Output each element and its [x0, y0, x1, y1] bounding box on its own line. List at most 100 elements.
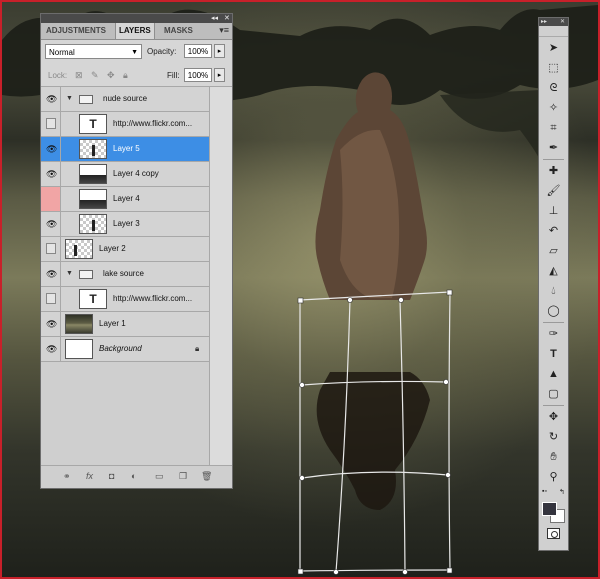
warp-corner-handle: [297, 568, 304, 575]
tab-layers[interactable]: LAYERS: [115, 23, 155, 39]
foreground-color-swatch[interactable]: [542, 502, 557, 516]
close-icon[interactable]: ✕: [560, 18, 565, 26]
default-colors-icon[interactable]: ▪▫: [542, 488, 547, 495]
3d-rotate-tool-icon[interactable]: ✥: [543, 408, 564, 426]
visibility-toggle[interactable]: 👁︎: [41, 262, 61, 286]
opacity-slider-button[interactable]: ▸: [214, 44, 225, 58]
tab-masks[interactable]: MASKS: [161, 23, 196, 39]
fx-icon[interactable]: fx: [86, 471, 93, 482]
clone-stamp-tool-icon[interactable]: ⊥: [543, 202, 564, 220]
disclosure-triangle-icon[interactable]: ▼: [66, 95, 73, 102]
layer-thumbnail: [79, 214, 107, 234]
visibility-toggle[interactable]: [41, 112, 61, 136]
figure-thumbnail-mark: [92, 220, 95, 231]
layer-list-scrollbar[interactable]: [209, 87, 232, 467]
blur-tool-icon[interactable]: 💧︎: [543, 282, 564, 300]
panel-menu-icon[interactable]: ▾≡: [219, 25, 229, 36]
chevron-down-icon: ▼: [131, 49, 138, 56]
eye-icon: 👁︎: [46, 169, 58, 179]
panel-title-bar[interactable]: ◂◂ ✕: [41, 14, 232, 23]
close-icon[interactable]: ✕: [224, 14, 230, 23]
pen-tool-icon[interactable]: ✑: [543, 325, 564, 343]
visibility-toggle[interactable]: 👁︎: [41, 312, 61, 336]
layer-row-text-flickr-1[interactable]: T http://www.flickr.com...: [41, 112, 209, 137]
panel-bottom-toolbar: ⚭ fx ◘ ◐ ▭ ❐ 🗑︎: [41, 465, 232, 488]
visibility-toggle[interactable]: 👁︎: [41, 212, 61, 236]
layer-thumbnail: [79, 139, 107, 159]
layer-row-layer-4[interactable]: Layer 4: [41, 187, 209, 212]
move-tool-icon[interactable]: ➤: [543, 39, 564, 57]
opacity-input[interactable]: 100%: [184, 44, 212, 58]
opacity-label: Opacity:: [147, 47, 177, 56]
layer-name: Layer 2: [99, 244, 126, 253]
new-group-icon[interactable]: ▭: [155, 471, 164, 482]
crop-tool-icon[interactable]: ⌗: [543, 119, 564, 137]
lock-row: Lock: ⊠ ✎ ✥ 🔒︎ Fill: 100% ▸: [41, 64, 232, 87]
layer-name: lake source: [103, 269, 144, 278]
visibility-toggle[interactable]: 👁︎: [41, 337, 61, 361]
layer-row-layer-4-copy[interactable]: 👁︎ Layer 4 copy: [41, 162, 209, 187]
lock-pixels-icon[interactable]: ✎: [91, 70, 99, 80]
lock-all-icon[interactable]: 🔒︎: [123, 70, 128, 80]
figure-thumbnail-mark: [74, 245, 77, 256]
fill-input[interactable]: 100%: [184, 68, 212, 82]
lasso-tool-icon[interactable]: ᘓ: [543, 79, 564, 97]
layer-row-layer-5[interactable]: 👁︎ Layer 5: [41, 137, 209, 162]
visibility-toggle[interactable]: [41, 287, 61, 311]
trash-icon[interactable]: 🗑︎: [201, 471, 212, 482]
warp-corner-handle: [446, 289, 453, 296]
type-tool-icon[interactable]: T: [543, 345, 564, 363]
3d-orbit-tool-icon[interactable]: ↻: [543, 428, 564, 446]
brush-tool-icon[interactable]: 🖌︎: [543, 182, 564, 200]
visibility-toggle[interactable]: 👁︎: [41, 137, 61, 161]
visibility-toggle[interactable]: [41, 237, 61, 261]
add-mask-icon[interactable]: ◘: [109, 471, 114, 482]
visibility-toggle[interactable]: 👁︎: [41, 162, 61, 186]
layer-name: Background: [99, 344, 142, 353]
layer-row-layer-1[interactable]: 👁︎ Layer 1: [41, 312, 209, 337]
path-selection-tool-icon[interactable]: ▲: [543, 365, 564, 383]
warp-handle: [299, 475, 305, 481]
history-brush-tool-icon[interactable]: ↶: [543, 222, 564, 240]
eye-icon: 👁︎: [46, 219, 58, 229]
adjustment-layer-icon[interactable]: ◐: [131, 471, 136, 482]
hand-tool-icon[interactable]: ✋︎: [543, 448, 564, 466]
lock-transparency-icon[interactable]: ⊠: [75, 70, 83, 80]
marquee-tool-icon[interactable]: ⬚: [543, 59, 564, 77]
layer-row-group-lake-source[interactable]: 👁︎ ▼ lake source: [41, 262, 209, 287]
swap-colors-icon[interactable]: ↰: [559, 488, 565, 496]
tools-title-bar[interactable]: ▸▸ ✕: [539, 18, 568, 26]
disclosure-triangle-icon[interactable]: ▼: [66, 270, 73, 277]
layer-row-group-nude-source[interactable]: 👁︎ ▼ nude source: [41, 87, 209, 112]
tools-grip[interactable]: [539, 26, 568, 37]
link-layers-icon[interactable]: ⚭: [63, 471, 71, 482]
warp-corner-handle: [446, 567, 453, 574]
blend-mode-select[interactable]: Normal ▼: [45, 44, 142, 59]
zoom-tool-icon[interactable]: ⚲: [543, 468, 564, 486]
lock-position-icon[interactable]: ✥: [107, 70, 115, 80]
eye-icon: 👁︎: [46, 269, 58, 279]
shape-tool-icon[interactable]: ▢: [543, 385, 564, 403]
layer-row-layer-3[interactable]: 👁︎ Layer 3: [41, 212, 209, 237]
quick-selection-tool-icon[interactable]: ✧: [543, 99, 564, 117]
double-chevron-icon[interactable]: ▸▸: [541, 18, 547, 26]
layer-thumbnail: [65, 339, 93, 359]
fill-slider-button[interactable]: ▸: [214, 68, 225, 82]
tab-adjustments[interactable]: ADJUSTMENTS: [43, 23, 109, 39]
visibility-toggle[interactable]: 👁︎: [41, 87, 61, 111]
dodge-tool-icon[interactable]: ◯: [543, 302, 564, 320]
layer-row-background[interactable]: 👁︎ Background 🔒︎: [41, 337, 209, 362]
layer-row-layer-2[interactable]: Layer 2: [41, 237, 209, 262]
double-chevron-icon[interactable]: ◂◂: [211, 14, 218, 23]
eye-icon: 👁︎: [46, 344, 58, 354]
layer-row-text-flickr-2[interactable]: T http://www.flickr.com...: [41, 287, 209, 312]
layer-name: Layer 1: [99, 319, 126, 328]
eraser-tool-icon[interactable]: ▱: [543, 242, 564, 260]
new-layer-icon[interactable]: ❐: [179, 471, 187, 482]
visibility-toggle[interactable]: [41, 187, 61, 211]
paint-bucket-tool-icon[interactable]: ◭: [543, 262, 564, 280]
eyedropper-tool-icon[interactable]: ✒: [543, 139, 564, 157]
hidden-eye-box: [46, 293, 56, 304]
healing-brush-tool-icon[interactable]: ✚: [543, 162, 564, 180]
quick-mask-icon[interactable]: [547, 528, 560, 539]
